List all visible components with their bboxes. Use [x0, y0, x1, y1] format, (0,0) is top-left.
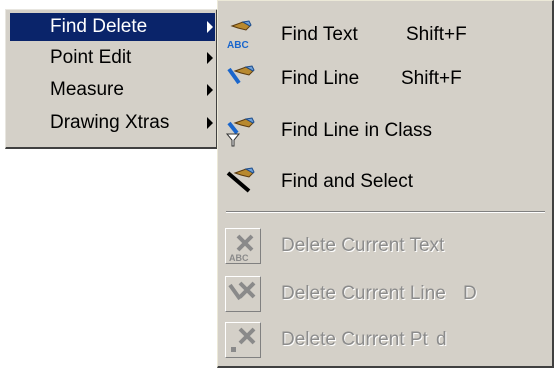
menu-item-label: Delete Current Text — [281, 235, 445, 256]
menu-item-label: Find Text — [281, 24, 358, 45]
menu-item-label: Find Line — [281, 68, 360, 89]
find-text-icon: ABC — [225, 17, 261, 53]
menu-item-label: Find Line in Class — [281, 120, 433, 141]
menu-item-label: Delete Current Pt — [281, 329, 428, 350]
find-delete-submenu: ABC Find Text Shift+F Find Line Shift+F — [217, 0, 554, 368]
chevron-right-icon — [207, 52, 213, 64]
menu-item-label: Drawing Xtras — [50, 112, 170, 133]
find-and-select-icon — [225, 164, 261, 200]
menu-item-find-line[interactable]: Find Line Shift+F — [221, 57, 549, 101]
menu-item-label: Measure — [50, 79, 124, 100]
menu-item-find-text[interactable]: ABC Find Text Shift+F — [221, 13, 549, 57]
menu-item-delete-current-line[interactable]: Delete Current Line D — [221, 272, 549, 316]
find-line-icon — [225, 61, 261, 97]
menu-item-label: Point Edit — [50, 47, 132, 68]
chevron-right-icon — [207, 21, 213, 33]
find-line-in-class-icon — [225, 113, 261, 149]
menu-item-find-delete[interactable]: Find Delete — [10, 13, 215, 41]
main-menu: Find Delete Point Edit Measure Drawing X… — [5, 9, 218, 149]
shortcut-label: d — [436, 329, 447, 350]
menu-item-label: Find Delete — [50, 16, 148, 37]
menu-item-find-line-in-class[interactable]: Find Line in Class — [221, 109, 549, 153]
menu-item-label: Find and Select — [281, 171, 414, 192]
chevron-right-icon — [207, 84, 213, 96]
svg-text:ABC: ABC — [227, 40, 249, 51]
shortcut-label: Shift+F — [401, 68, 462, 89]
menu-item-find-and-select[interactable]: Find and Select — [221, 160, 549, 204]
chevron-right-icon — [207, 117, 213, 129]
delete-point-icon — [225, 322, 261, 358]
shortcut-label: Shift+F — [406, 24, 467, 45]
svg-text:ABC: ABC — [229, 253, 249, 263]
menu-item-point-edit[interactable]: Point Edit — [10, 44, 215, 72]
menu-item-delete-current-pt[interactable]: Delete Current Pt d — [221, 318, 549, 362]
shortcut-label: D — [463, 283, 477, 304]
menu-item-delete-current-text[interactable]: ABC Delete Current Text — [221, 224, 549, 268]
delete-text-icon: ABC — [225, 228, 261, 264]
menu-item-measure[interactable]: Measure — [10, 76, 215, 104]
delete-line-icon — [225, 276, 261, 312]
menu-separator — [226, 211, 545, 213]
menu-item-label: Delete Current Line — [281, 283, 446, 304]
menu-item-drawing-xtras[interactable]: Drawing Xtras — [10, 109, 215, 137]
